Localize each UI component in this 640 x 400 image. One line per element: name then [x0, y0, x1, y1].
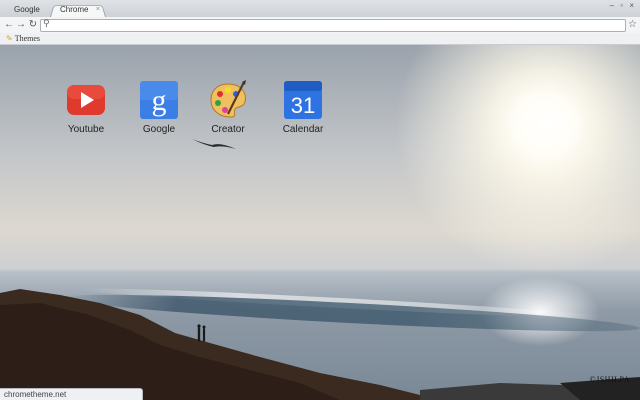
new-tab-page: Youtube g Google Creator 31 Calendar ©JS… — [0, 45, 640, 400]
youtube-icon — [67, 85, 105, 115]
search-icon: ⚲ — [43, 18, 50, 28]
bookmark-star-icon[interactable]: ☆ — [628, 18, 637, 32]
omnibox-input[interactable] — [53, 20, 613, 31]
app-youtube[interactable]: Youtube — [50, 80, 122, 135]
people-silhouette — [197, 324, 206, 342]
themes-icon: ✎ — [6, 34, 13, 43]
app-label: Youtube — [67, 124, 105, 135]
tab-strip: Google Chrome × – ▫ × — [0, 0, 640, 17]
app-label: Creator — [211, 124, 245, 135]
back-icon[interactable]: ← — [3, 18, 15, 32]
browser-toolbar: ← → ↻ ⚲ ☆ — [0, 17, 640, 34]
watermark: ©JSHILPA — [589, 375, 630, 384]
forward-icon[interactable]: → — [15, 18, 27, 32]
close-icon[interactable]: × — [96, 3, 100, 17]
app-google[interactable]: g Google — [123, 80, 195, 135]
calendar-icon: 31 — [284, 81, 322, 119]
palette-icon — [210, 80, 246, 118]
reload-icon[interactable]: ↻ — [27, 18, 39, 32]
status-bar: chrometheme.net — [0, 388, 143, 400]
bookmark-themes[interactable]: ✎ Themes — [6, 33, 40, 44]
app-calendar[interactable]: 31 Calendar — [267, 80, 339, 135]
tab-label: Google — [14, 5, 40, 14]
app-label: Calendar — [282, 124, 324, 135]
bookmarks-bar: ✎ Themes — [0, 33, 640, 45]
bookmark-label: Themes — [14, 34, 41, 43]
tab-label: Chrome — [60, 5, 89, 14]
tab-google[interactable]: Google — [4, 3, 54, 17]
tab-chrome[interactable]: Chrome × — [50, 3, 106, 17]
google-icon: g — [140, 81, 178, 119]
window-controls[interactable]: – ▫ × — [610, 1, 636, 10]
svg-text:g: g — [152, 84, 167, 117]
bird-image — [192, 139, 236, 149]
cliff-image — [0, 289, 640, 400]
app-creator[interactable]: Creator — [192, 80, 264, 135]
app-label: Google — [142, 124, 176, 135]
calendar-day-text: 31 — [291, 93, 315, 118]
omnibox[interactable]: ⚲ — [40, 18, 626, 32]
